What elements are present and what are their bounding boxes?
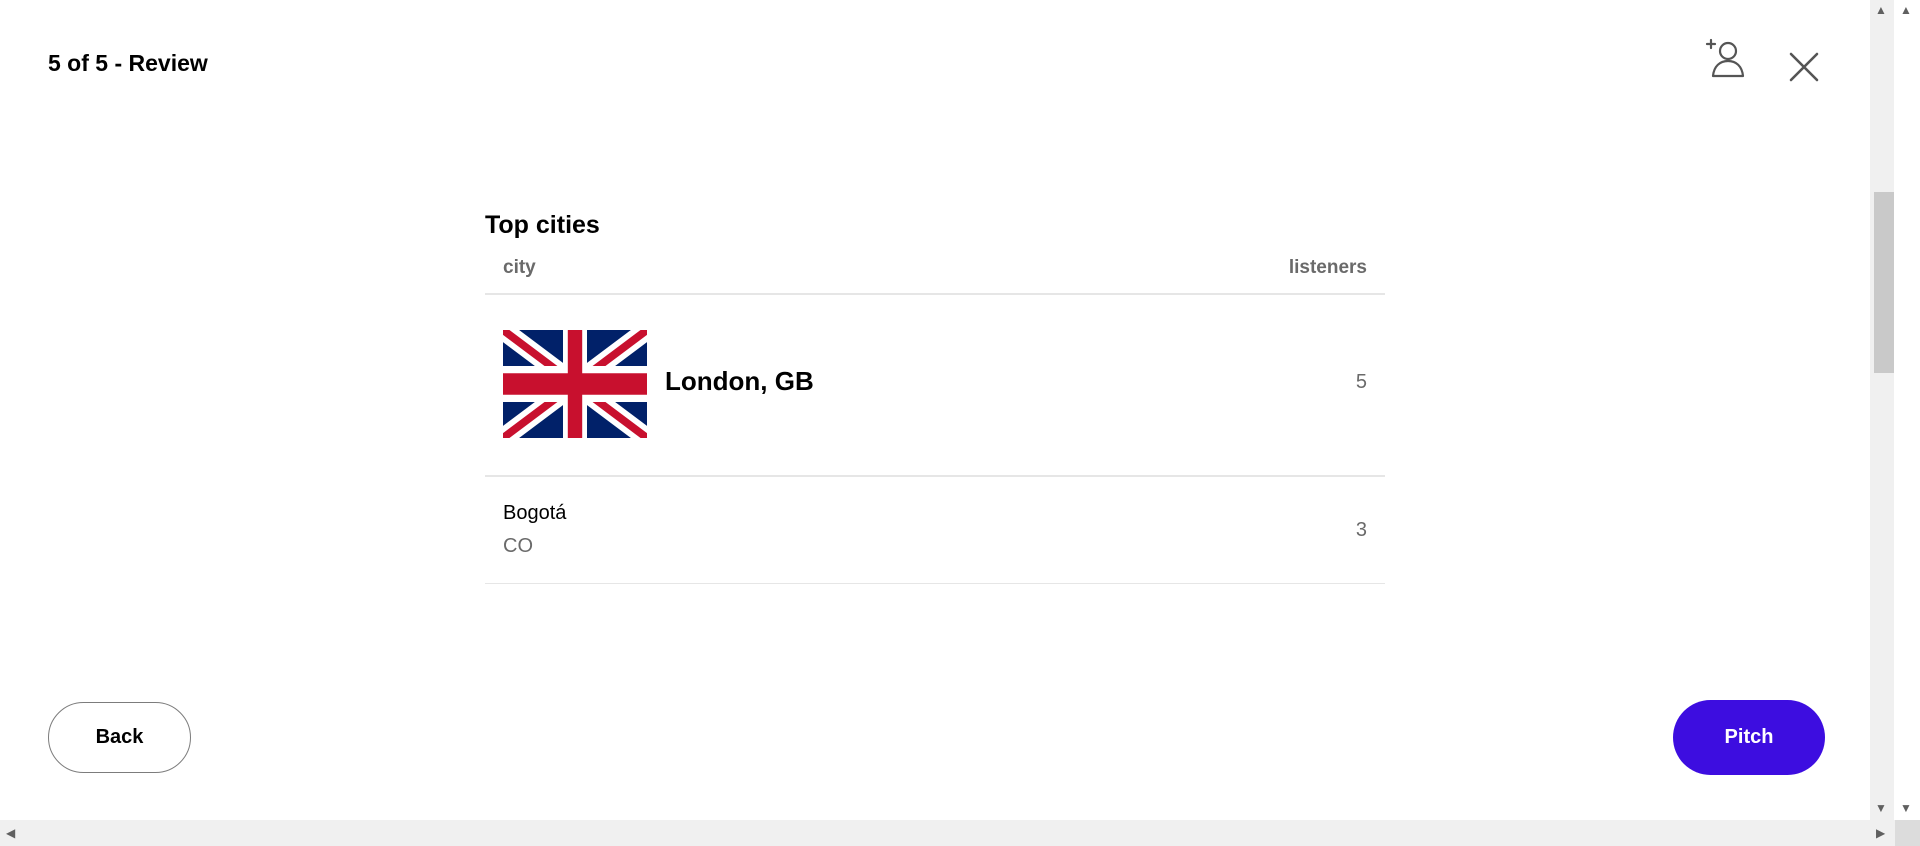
city-name: Bogotá [503,502,567,524]
top-cities-section: Top cities city listeners London, GB 5 B… [485,205,1385,584]
country-code: CO [503,535,533,557]
table-row-top-city: London, GB 5 [485,295,1385,477]
pitch-button[interactable]: Pitch [1673,700,1825,775]
scroll-down-arrow-icon[interactable]: ▼ [1900,802,1912,814]
table-row: Bogotá CO 3 [485,477,1385,584]
horizontal-scrollbar[interactable]: ◀ ▶ [0,820,1895,846]
scrollbar-gutter: ▲ ▼ [1894,0,1920,820]
add-collaborator-icon[interactable] [1703,38,1749,80]
step-title: 5 of 5 - Review [48,50,208,76]
section-title: Top cities [485,211,600,239]
vertical-scrollbar[interactable] [1870,0,1894,820]
review-page: 5 of 5 - Review Top cities city listener… [0,0,1870,820]
top-city-listeners: 5 [1355,371,1367,393]
scroll-up-arrow-icon[interactable]: ▲ [1875,4,1887,16]
column-header-city: city [503,257,536,278]
table-header: city listeners [485,245,1385,295]
scroll-up-arrow-icon[interactable]: ▲ [1900,4,1912,16]
back-button[interactable]: Back [48,702,191,773]
scrollbar-corner [1895,820,1920,846]
vertical-scrollbar-thumb[interactable] [1874,192,1894,373]
listener-count: 3 [1355,519,1367,541]
united-kingdom-flag [503,330,647,438]
scroll-down-arrow-icon[interactable]: ▼ [1875,802,1887,814]
scroll-left-arrow-icon[interactable]: ◀ [6,827,15,839]
scroll-right-arrow-icon[interactable]: ▶ [1876,827,1885,839]
column-header-listeners: listeners [1288,257,1367,278]
top-city-name: London, GB [665,366,814,396]
close-icon[interactable] [1785,48,1823,86]
